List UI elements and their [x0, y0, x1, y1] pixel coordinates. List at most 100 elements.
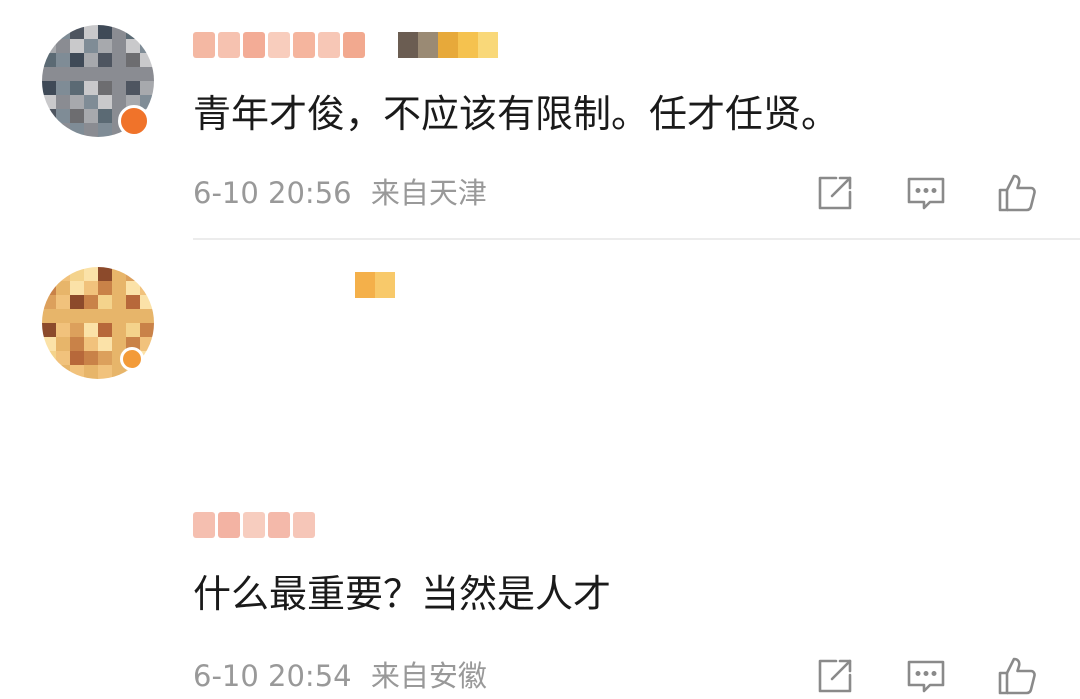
avatar-mosaic-tile — [70, 267, 84, 281]
avatar-mosaic-tile — [42, 309, 56, 323]
blurred-text-block — [193, 32, 215, 58]
avatar-mosaic-tile — [56, 67, 70, 81]
avatar-mosaic-tile — [98, 81, 112, 95]
avatar-mosaic-tile — [126, 267, 140, 281]
avatar-mosaic-tile — [98, 109, 112, 123]
avatar-mosaic-tile — [42, 351, 56, 365]
avatar-mosaic-tile — [70, 365, 84, 379]
comment-icon — [907, 177, 945, 210]
avatar-mosaic-tile — [42, 267, 56, 281]
blurred-text-block — [293, 32, 315, 58]
avatar-mosaic-tile — [126, 39, 140, 53]
avatar-mosaic-tile — [70, 337, 84, 351]
avatar-mosaic-tile — [84, 281, 98, 295]
avatar-mosaic-tile — [42, 295, 56, 309]
comment-icon — [907, 660, 945, 693]
avatar-mosaic-tile — [84, 109, 98, 123]
avatar-mosaic-tile — [98, 281, 112, 295]
avatar-mosaic-tile — [84, 67, 98, 81]
blurred-text-block — [438, 32, 458, 58]
comment-date: 6-10 20:54 — [193, 659, 352, 693]
avatar-mosaic-tile — [56, 365, 70, 379]
share-button[interactable] — [812, 170, 858, 216]
avatar-mosaic-tile — [84, 25, 98, 39]
blurred-text-block — [398, 32, 418, 58]
like-button[interactable] — [994, 653, 1040, 699]
comment-item: 青年才俊，不应该有限制。任才任贤。 6-10 20:56 来自天津 — [0, 0, 1080, 238]
avatar-mosaic-tile — [56, 309, 70, 323]
blurred-text-block — [355, 272, 375, 298]
avatar-mosaic-tile — [126, 295, 140, 309]
comment-meta: 6-10 20:54 来自安徽 — [193, 658, 487, 694]
comment-actions — [767, 170, 1040, 216]
share-button[interactable] — [812, 653, 858, 699]
avatar-mosaic-tile — [84, 309, 98, 323]
avatar-mosaic-tile — [112, 25, 126, 39]
avatar-mosaic-tile — [98, 267, 112, 281]
blurred-text-block — [418, 32, 438, 58]
avatar-mosaic-tile — [42, 39, 56, 53]
avatar-mosaic-tile — [42, 95, 56, 109]
avatar-mosaic-tile — [112, 67, 126, 81]
user-level-badge — [398, 30, 498, 60]
blurred-text-block — [293, 512, 315, 538]
avatar-mosaic-tile — [84, 53, 98, 67]
blurred-text-block — [218, 512, 240, 538]
blurred-text-block — [218, 32, 240, 58]
avatar-mosaic-tile — [56, 39, 70, 53]
blurred-text-block — [243, 512, 265, 538]
avatar-mosaic-tile — [84, 95, 98, 109]
username-blurred[interactable] — [193, 30, 368, 60]
avatar-mosaic-tile — [42, 365, 56, 379]
avatar-mosaic-tile — [56, 351, 70, 365]
avatar-mosaic-tile — [70, 81, 84, 95]
avatar-mosaic-tile — [42, 337, 56, 351]
avatar-mosaic-tile — [84, 323, 98, 337]
comment-item: 什么最重要？当然是人才 6-10 20:54 来自安徽 — [0, 240, 1080, 695]
avatar-mosaic-tile — [126, 25, 140, 39]
avatar-mosaic-tile — [84, 123, 98, 137]
user-level-badge — [355, 270, 395, 300]
comment-button[interactable] — [903, 170, 949, 216]
avatar-mosaic-tile — [70, 123, 84, 137]
avatar-mosaic-tile — [126, 309, 140, 323]
avatar-mosaic-tile — [56, 53, 70, 67]
comment-button[interactable] — [903, 653, 949, 699]
avatar-mosaic-tile — [140, 365, 154, 379]
avatar-mosaic-tile — [84, 295, 98, 309]
avatar-mosaic-tile — [42, 123, 56, 137]
blurred-text-block — [375, 272, 395, 298]
avatar-mosaic-tile — [42, 109, 56, 123]
avatar-mosaic-tile — [70, 67, 84, 81]
avatar-mosaic-tile — [126, 67, 140, 81]
avatar-mosaic-tile — [112, 323, 126, 337]
avatar-mosaic-tile — [56, 323, 70, 337]
avatar-mosaic-tile — [70, 25, 84, 39]
comment-date: 6-10 20:56 — [193, 176, 352, 210]
avatar-mosaic-tile — [140, 267, 154, 281]
avatar-mosaic-tile — [140, 67, 154, 81]
avatar-mosaic-tile — [56, 25, 70, 39]
avatar-mosaic-tile — [70, 295, 84, 309]
avatar-mosaic-tile — [140, 323, 154, 337]
avatar-mosaic-tile — [84, 39, 98, 53]
comment-text: 青年才俊，不应该有限制。任才任贤。 — [193, 92, 840, 136]
avatar-mosaic-tile — [140, 39, 154, 53]
share-icon — [818, 659, 852, 693]
verified-badge-icon — [118, 105, 150, 137]
avatar-mosaic-tile — [98, 309, 112, 323]
avatar-mosaic-tile — [42, 81, 56, 95]
like-icon — [998, 657, 1036, 695]
username-blurred[interactable] — [193, 510, 318, 540]
avatar-mosaic-tile — [112, 281, 126, 295]
avatar-mosaic-tile — [112, 81, 126, 95]
blurred-text-block — [243, 32, 265, 58]
avatar-mosaic-tile — [126, 81, 140, 95]
blurred-text-block — [318, 32, 340, 58]
avatar-mosaic-tile — [140, 309, 154, 323]
avatar-mosaic-tile — [70, 281, 84, 295]
like-button[interactable] — [994, 170, 1040, 216]
avatar-mosaic-tile — [42, 25, 56, 39]
avatar-mosaic-tile — [98, 337, 112, 351]
blurred-text-block — [268, 32, 290, 58]
